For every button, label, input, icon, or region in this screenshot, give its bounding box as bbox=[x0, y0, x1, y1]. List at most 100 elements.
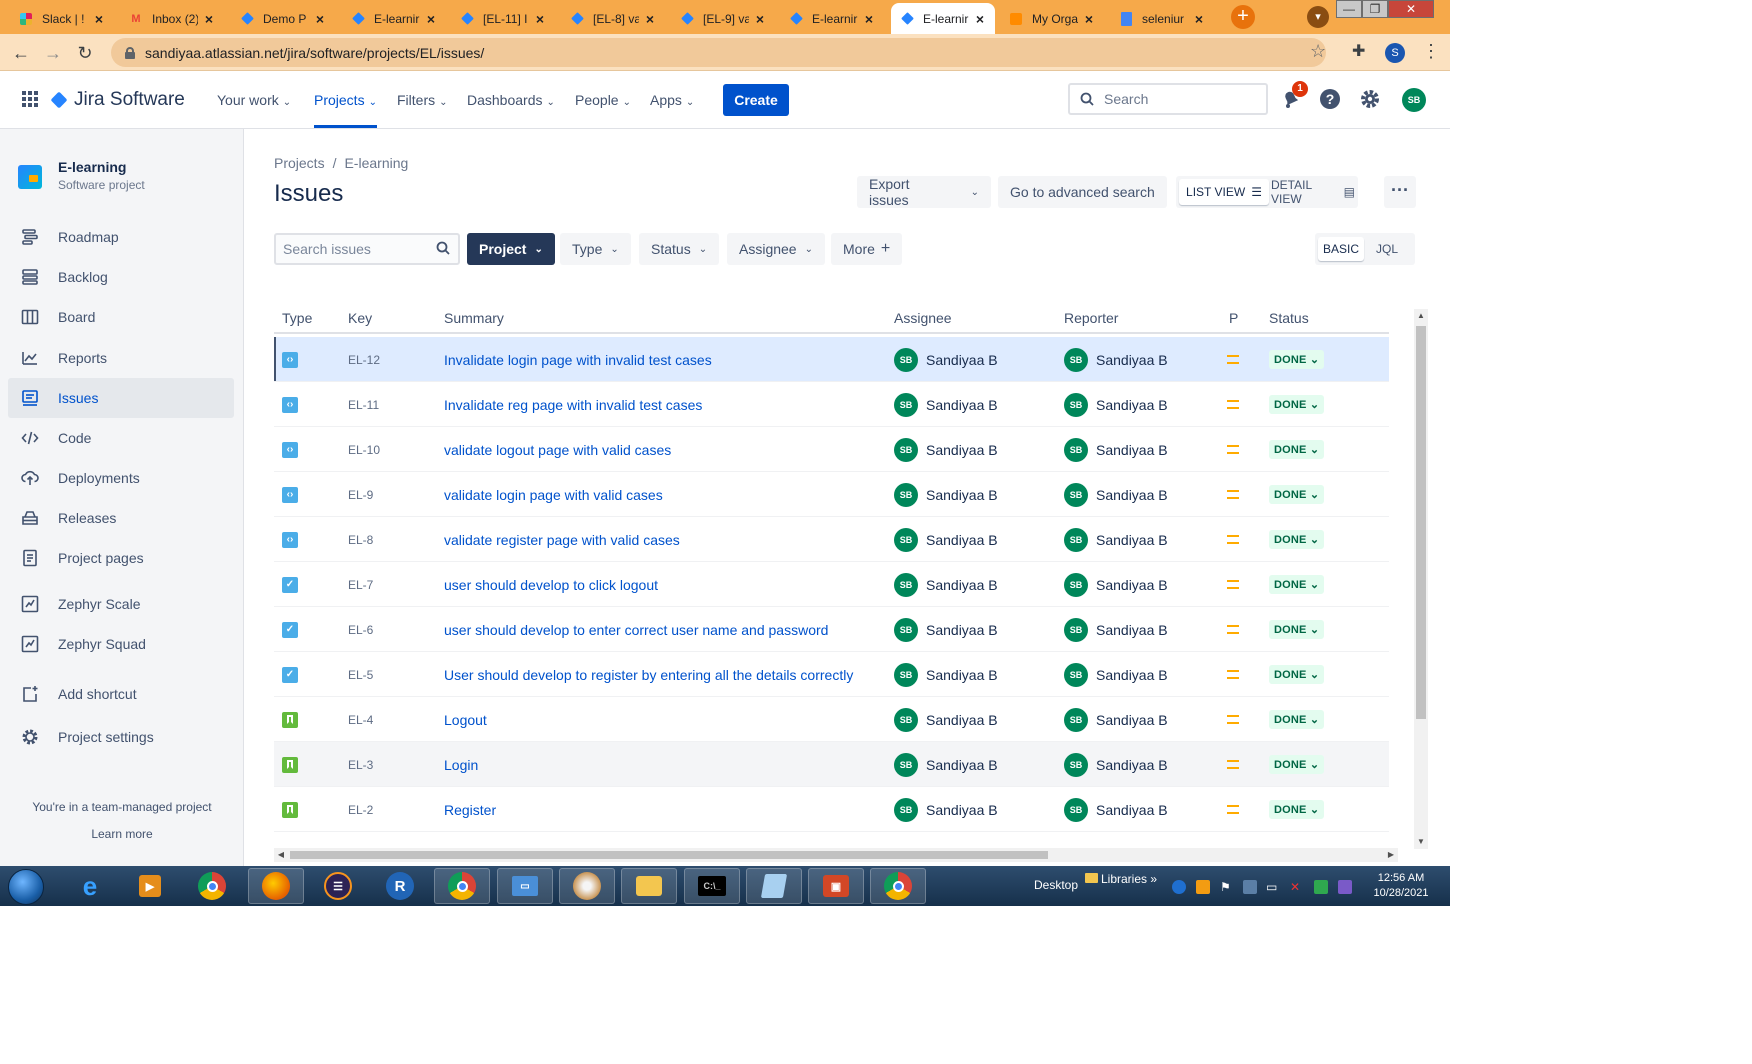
table-row[interactable]: ‹› EL-12 Invalidate login page with invali… bbox=[274, 337, 1389, 382]
col-reporter[interactable]: Reporter bbox=[1064, 310, 1118, 326]
search-issues-input[interactable]: Search issues bbox=[274, 233, 460, 265]
basic-mode-button[interactable]: BASIC bbox=[1318, 237, 1364, 261]
sidebar-item-reports[interactable]: Reports bbox=[8, 338, 234, 378]
table-row[interactable]: EL-2 Register SB Sandiyaa B SB Sandiyaa B DONE… bbox=[274, 787, 1389, 832]
issue-summary[interactable]: validate login page with valid cases bbox=[444, 472, 663, 517]
filter-assignee[interactable]: Assignee ⌄ bbox=[727, 233, 825, 265]
issue-key[interactable]: EL-10 bbox=[348, 427, 380, 472]
issue-key[interactable]: EL-11 bbox=[348, 382, 379, 427]
status-dropdown[interactable]: DONE ⌄ bbox=[1269, 620, 1325, 639]
nav-people[interactable]: People ⌄ bbox=[575, 92, 631, 108]
issue-assignee[interactable]: SB Sandiyaa B bbox=[894, 472, 998, 517]
chrome-icon[interactable] bbox=[184, 868, 240, 904]
issue-summary[interactable]: validate logout page with valid cases bbox=[444, 427, 671, 472]
table-row[interactable]: EL-4 Logout SB Sandiyaa B SB Sandiyaa B DONE ⌄ bbox=[274, 697, 1389, 742]
close-tab-icon[interactable]: × bbox=[533, 11, 547, 27]
browser-tab[interactable]: seleniur × bbox=[1110, 3, 1214, 34]
horizontal-scrollbar[interactable]: ◀ ▶ bbox=[274, 848, 1398, 862]
filter-project[interactable]: Project ⌄ bbox=[467, 233, 555, 265]
browser-tab[interactable]: My Orga × bbox=[1000, 3, 1104, 34]
issue-summary[interactable]: validate register page with valid cases bbox=[444, 517, 680, 562]
r-app-icon[interactable]: R bbox=[372, 868, 428, 904]
taskbar-clock[interactable]: 12:56 AM 10/28/2021 bbox=[1365, 871, 1437, 901]
issue-summary[interactable]: Register bbox=[444, 787, 496, 832]
close-tab-icon[interactable]: × bbox=[1192, 11, 1206, 27]
sidebar-item-roadmap[interactable]: Roadmap bbox=[8, 217, 234, 257]
close-tab-icon[interactable]: × bbox=[424, 11, 438, 27]
sidebar-item-issues[interactable]: Issues bbox=[8, 378, 234, 418]
chrome-profile-icon[interactable] bbox=[434, 868, 490, 904]
global-search-input[interactable]: Search bbox=[1068, 83, 1268, 115]
export-issues-button[interactable]: Export issues ⌄ bbox=[857, 176, 991, 208]
browser-tab[interactable]: M Inbox (2) × bbox=[120, 3, 224, 34]
internet-explorer-icon[interactable]: e bbox=[62, 868, 118, 904]
close-tab-icon[interactable]: × bbox=[313, 11, 327, 27]
issue-assignee[interactable]: SB Sandiyaa B bbox=[894, 742, 998, 787]
project-header[interactable]: E-learning Software project bbox=[18, 159, 145, 192]
sidebar-item-deployments[interactable]: Deployments bbox=[8, 458, 234, 498]
close-tab-icon[interactable]: × bbox=[643, 11, 657, 27]
reload-icon[interactable]: ↻ bbox=[72, 40, 98, 66]
col-assignee[interactable]: Assignee bbox=[894, 310, 952, 326]
notepad-icon[interactable] bbox=[746, 868, 802, 904]
issue-key[interactable]: EL-2 bbox=[348, 787, 373, 832]
browser-profile-avatar[interactable]: S bbox=[1385, 43, 1405, 63]
tray-update-icon[interactable] bbox=[1196, 880, 1210, 894]
more-actions-button[interactable]: ··· bbox=[1384, 176, 1416, 208]
issue-key[interactable]: EL-3 bbox=[348, 742, 373, 787]
help-icon[interactable]: ? bbox=[1318, 87, 1342, 111]
close-window-button[interactable]: ✕ bbox=[1388, 0, 1434, 18]
col-summary[interactable]: Summary bbox=[444, 310, 504, 326]
user-avatar[interactable]: SB bbox=[1402, 88, 1426, 112]
issue-summary[interactable]: user should develop to click logout bbox=[444, 562, 658, 607]
col-key[interactable]: Key bbox=[348, 310, 372, 326]
app-switcher-icon[interactable] bbox=[22, 91, 38, 107]
settings-gear-icon[interactable] bbox=[1358, 87, 1382, 111]
nav-apps[interactable]: Apps ⌄ bbox=[650, 92, 694, 108]
issue-assignee[interactable]: SB Sandiyaa B bbox=[894, 517, 998, 562]
table-row[interactable]: ‹› EL-11 Invalidate reg page with invalid … bbox=[274, 382, 1389, 427]
issue-key[interactable]: EL-8 bbox=[348, 517, 373, 562]
browser-tab[interactable]: E-learnir × bbox=[342, 3, 446, 34]
issue-assignee[interactable]: SB Sandiyaa B bbox=[894, 787, 998, 832]
back-icon[interactable]: ← bbox=[8, 40, 34, 66]
close-tab-icon[interactable]: × bbox=[92, 11, 106, 27]
create-button[interactable]: Create bbox=[723, 84, 789, 116]
issue-summary[interactable]: Invalidate login page with invalid test … bbox=[444, 337, 712, 382]
table-row[interactable]: ‹› EL-9 validate login page with valid cas… bbox=[274, 472, 1389, 517]
filter-status[interactable]: Status ⌄ bbox=[639, 233, 720, 265]
tray-network-icon[interactable] bbox=[1243, 880, 1257, 894]
sidebar-item-project-settings[interactable]: Project settings bbox=[8, 717, 234, 757]
col-priority[interactable]: P bbox=[1229, 310, 1238, 326]
issue-assignee[interactable]: SB Sandiyaa B bbox=[894, 382, 998, 427]
windows-start-button[interactable] bbox=[8, 869, 44, 905]
status-dropdown[interactable]: DONE ⌄ bbox=[1269, 485, 1325, 504]
status-dropdown[interactable]: DONE ⌄ bbox=[1269, 395, 1325, 414]
breadcrumb-project[interactable]: E-learning bbox=[344, 155, 408, 171]
breadcrumb-projects[interactable]: Projects bbox=[274, 155, 325, 171]
browser-tab[interactable]: [EL-11] I × bbox=[451, 3, 555, 34]
issue-assignee[interactable]: SB Sandiyaa B bbox=[894, 652, 998, 697]
jira-logo[interactable]: Jira Software bbox=[50, 89, 185, 111]
table-row[interactable]: ✓ EL-7 user should develop to click logout… bbox=[274, 562, 1389, 607]
tab-search-icon[interactable]: ▾ bbox=[1307, 6, 1329, 28]
issue-summary[interactable]: User should develop to register by enter… bbox=[444, 652, 853, 697]
nav-your-work[interactable]: Your work ⌄ bbox=[217, 92, 291, 108]
sidebar-item-board[interactable]: Board bbox=[8, 297, 234, 337]
paint-icon[interactable] bbox=[559, 868, 615, 904]
list-view-button[interactable]: LIST VIEW ☰ bbox=[1179, 179, 1269, 205]
tray-security-icon[interactable] bbox=[1314, 880, 1328, 894]
tray-bluetooth-icon[interactable] bbox=[1172, 880, 1186, 894]
status-dropdown[interactable]: DONE ⌄ bbox=[1269, 350, 1325, 369]
sidebar-item-code[interactable]: Code bbox=[8, 418, 234, 458]
tray-app-icon[interactable] bbox=[1338, 880, 1352, 894]
issue-key[interactable]: EL-6 bbox=[348, 607, 373, 652]
issue-summary[interactable]: Invalidate reg page with invalid test ca… bbox=[444, 382, 702, 427]
close-tab-icon[interactable]: × bbox=[862, 11, 876, 27]
issue-assignee[interactable]: SB Sandiyaa B bbox=[894, 562, 998, 607]
libraries-toolbar-label[interactable]: Libraries » bbox=[1085, 872, 1157, 886]
chrome-window-icon[interactable] bbox=[870, 868, 926, 904]
nav-filters[interactable]: Filters ⌄ bbox=[397, 92, 448, 108]
desktop-toolbar-label[interactable]: Desktop bbox=[1034, 878, 1078, 892]
bookmark-star-icon[interactable]: ☆ bbox=[1310, 41, 1326, 62]
